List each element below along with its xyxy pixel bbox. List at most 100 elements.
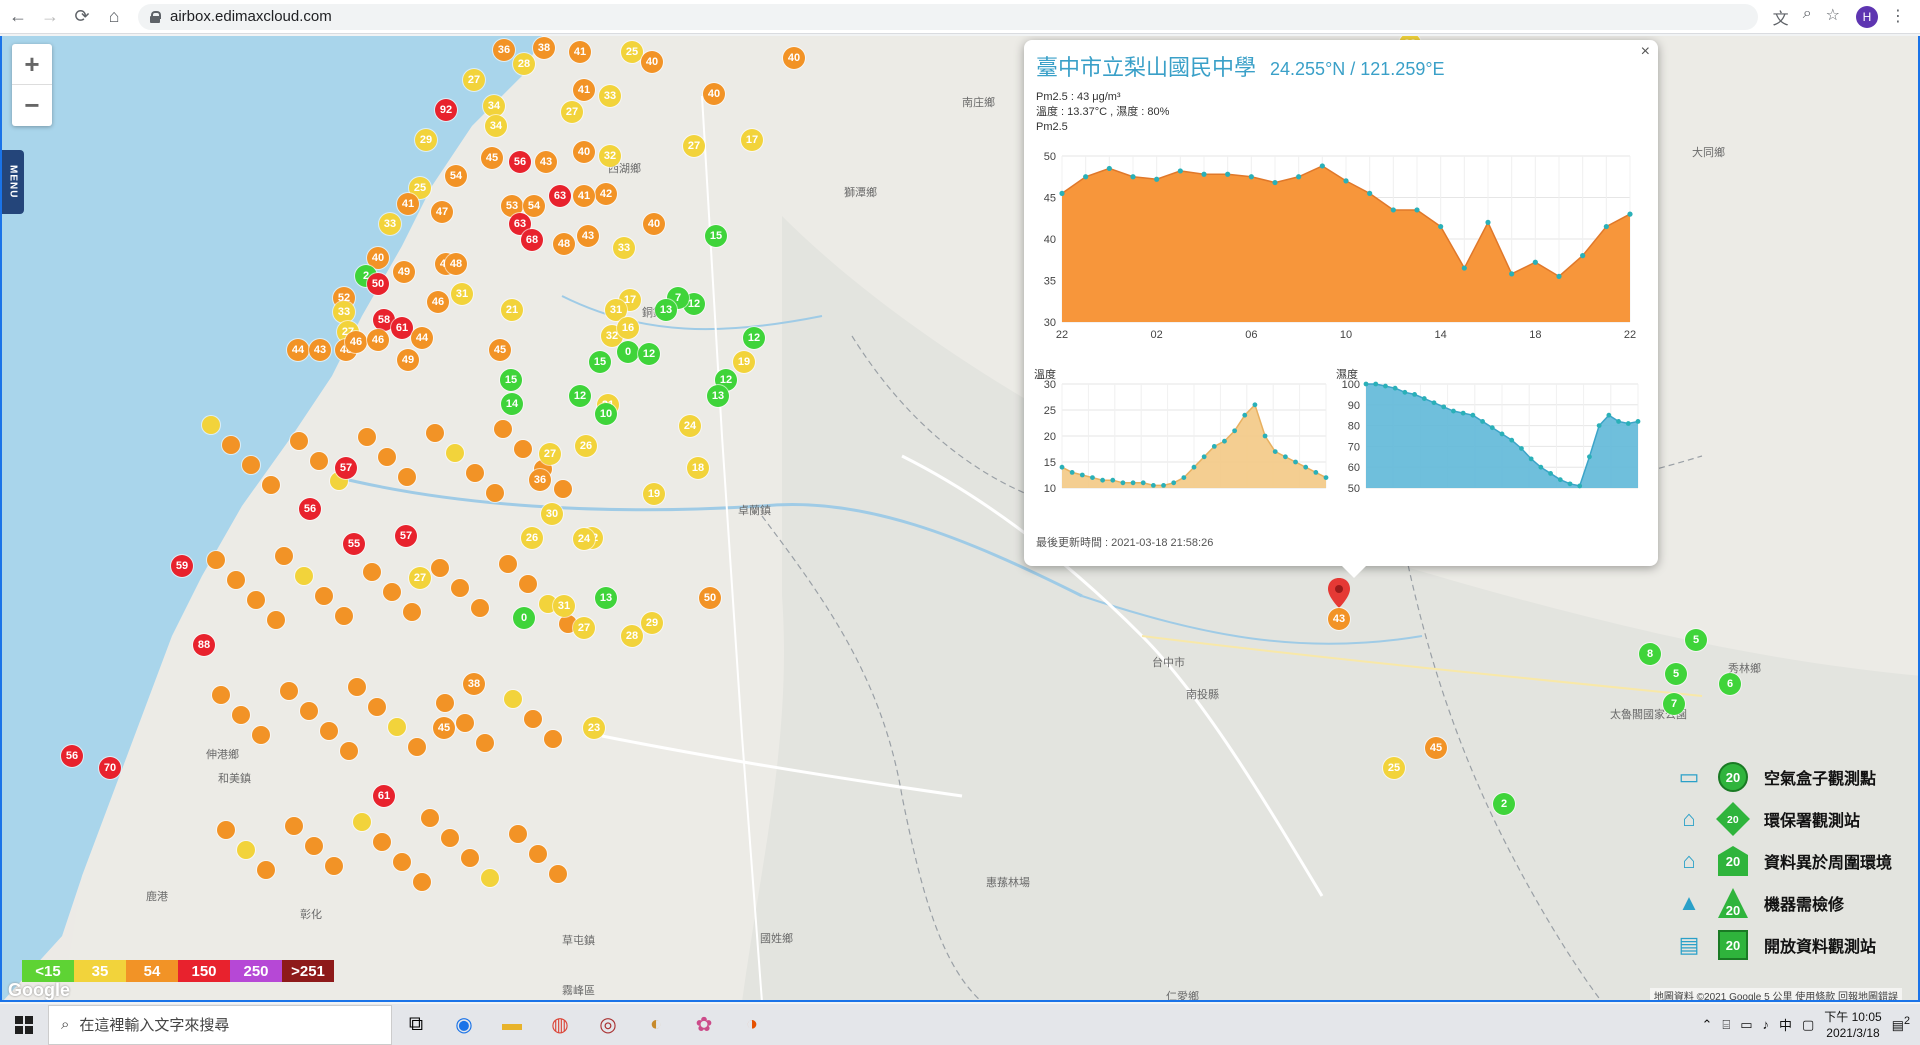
sensor-marker[interactable]	[471, 599, 489, 617]
data-point[interactable]	[1596, 423, 1602, 428]
sensor-marker[interactable]: 13	[595, 587, 617, 609]
sensor-marker[interactable]: 27	[561, 101, 583, 123]
sensor-marker[interactable]: 13	[655, 299, 677, 321]
sensor-marker[interactable]: 54	[523, 195, 545, 217]
data-point[interactable]	[1201, 454, 1207, 460]
network-icon[interactable]: ⌸	[1722, 1017, 1730, 1033]
sensor-marker[interactable]: 63	[549, 185, 571, 207]
data-point[interactable]	[1323, 475, 1329, 480]
sensor-marker[interactable]: 56	[509, 151, 531, 173]
sensor-marker[interactable]: 12	[743, 327, 765, 349]
sensor-marker[interactable]	[388, 718, 406, 736]
sensor-marker[interactable]: 10	[595, 403, 617, 425]
sensor-marker[interactable]	[393, 853, 411, 871]
sensor-marker[interactable]	[290, 432, 308, 450]
data-point[interactable]	[1059, 464, 1065, 470]
data-point[interactable]	[1313, 470, 1319, 475]
sensor-marker[interactable]	[413, 873, 431, 891]
sensor-marker[interactable]: 42	[595, 183, 617, 205]
app-icon[interactable]: ◑	[728, 1005, 776, 1045]
sensor-marker[interactable]: 45	[489, 339, 511, 361]
sensor-marker[interactable]: 12	[569, 385, 591, 407]
data-point[interactable]	[1580, 253, 1586, 259]
sensor-marker[interactable]	[358, 428, 376, 446]
sensor-marker[interactable]: 6	[1719, 673, 1741, 695]
sensor-marker[interactable]: 46	[427, 291, 449, 313]
data-point[interactable]	[1079, 472, 1085, 478]
sensor-marker[interactable]: 70	[99, 757, 121, 779]
sensor-marker[interactable]: 47	[431, 201, 453, 223]
sensor-marker[interactable]	[267, 611, 285, 629]
sensor-marker[interactable]	[315, 587, 333, 605]
sensor-marker[interactable]: 33	[333, 301, 355, 323]
input-icon[interactable]: ▢	[1802, 1017, 1814, 1033]
sensor-marker[interactable]	[529, 845, 547, 863]
sensor-marker[interactable]: 33	[613, 237, 635, 259]
data-point[interactable]	[1485, 219, 1491, 225]
sensor-marker[interactable]: 27	[539, 443, 561, 465]
data-point[interactable]	[1293, 459, 1298, 465]
sensor-marker[interactable]: 40	[703, 83, 725, 105]
sensor-marker[interactable]	[247, 591, 265, 609]
sensor-marker[interactable]: 31	[451, 283, 473, 305]
data-point[interactable]	[1431, 400, 1437, 406]
sensor-marker[interactable]: 41	[573, 185, 595, 207]
sensor-marker[interactable]: 7	[1663, 693, 1685, 715]
battery-icon[interactable]: ▭	[1740, 1017, 1752, 1033]
sensor-marker[interactable]: 41	[397, 193, 419, 215]
sensor-marker[interactable]	[305, 837, 323, 855]
sensor-marker[interactable]: 45	[481, 147, 503, 169]
sensor-marker[interactable]	[408, 738, 426, 756]
data-point[interactable]	[1059, 190, 1065, 196]
data-point[interactable]	[1069, 470, 1075, 475]
data-point[interactable]	[1390, 207, 1396, 213]
sensor-marker[interactable]: 41	[573, 79, 595, 101]
sensor-marker[interactable]: 43	[535, 151, 557, 173]
sensor-marker[interactable]	[320, 722, 338, 740]
data-point[interactable]	[1120, 480, 1126, 486]
sensor-marker[interactable]: 27	[463, 69, 485, 91]
sensor-marker[interactable]	[232, 706, 250, 724]
app-icon[interactable]: ◐	[632, 1005, 680, 1045]
sensor-marker[interactable]: 19	[643, 483, 665, 505]
sensor-marker[interactable]: 40	[641, 51, 663, 73]
sensor-marker[interactable]: 40	[643, 213, 665, 235]
sensor-marker[interactable]	[285, 817, 303, 835]
sensor-marker[interactable]: 26	[521, 527, 543, 549]
data-point[interactable]	[1441, 404, 1447, 410]
sensor-marker[interactable]: 33	[599, 85, 621, 107]
sensor-marker[interactable]: 55	[343, 533, 365, 555]
home-icon[interactable]: ⌂	[100, 3, 128, 31]
data-point[interactable]	[1140, 480, 1146, 486]
sensor-marker[interactable]: 48	[445, 253, 467, 275]
sensor-marker[interactable]: 40	[573, 141, 595, 163]
data-point[interactable]	[1363, 381, 1369, 387]
data-point[interactable]	[1367, 190, 1373, 196]
sensor-marker[interactable]: 24	[679, 415, 701, 437]
sensor-marker[interactable]: 27	[409, 567, 431, 589]
data-point[interactable]	[1100, 477, 1106, 483]
sensor-marker[interactable]: 41	[569, 41, 591, 63]
data-point[interactable]	[1150, 483, 1156, 488]
volume-icon[interactable]: ♪	[1762, 1017, 1769, 1032]
data-point[interactable]	[1083, 174, 1089, 180]
sensor-marker[interactable]: 15	[705, 225, 727, 247]
sensor-marker[interactable]	[378, 448, 396, 466]
sensor-marker[interactable]	[466, 464, 484, 482]
sensor-marker[interactable]	[212, 686, 230, 704]
data-point[interactable]	[1383, 383, 1388, 389]
sensor-marker[interactable]	[509, 825, 527, 843]
app-icon[interactable]: ◎	[584, 1005, 632, 1045]
sensor-marker[interactable]	[549, 865, 567, 883]
data-point[interactable]	[1248, 174, 1254, 180]
data-point[interactable]	[1154, 176, 1160, 182]
data-point[interactable]	[1282, 454, 1288, 460]
selected-location-pin[interactable]	[1328, 578, 1350, 608]
sensor-marker[interactable]: 29	[641, 612, 663, 634]
sensor-marker[interactable]	[280, 682, 298, 700]
menu-tab[interactable]: MENU	[2, 150, 24, 214]
sensor-marker[interactable]: 26	[575, 435, 597, 457]
edge-icon[interactable]: ◉	[440, 1005, 488, 1045]
data-point[interactable]	[1161, 483, 1166, 488]
sensor-marker[interactable]	[325, 857, 343, 875]
